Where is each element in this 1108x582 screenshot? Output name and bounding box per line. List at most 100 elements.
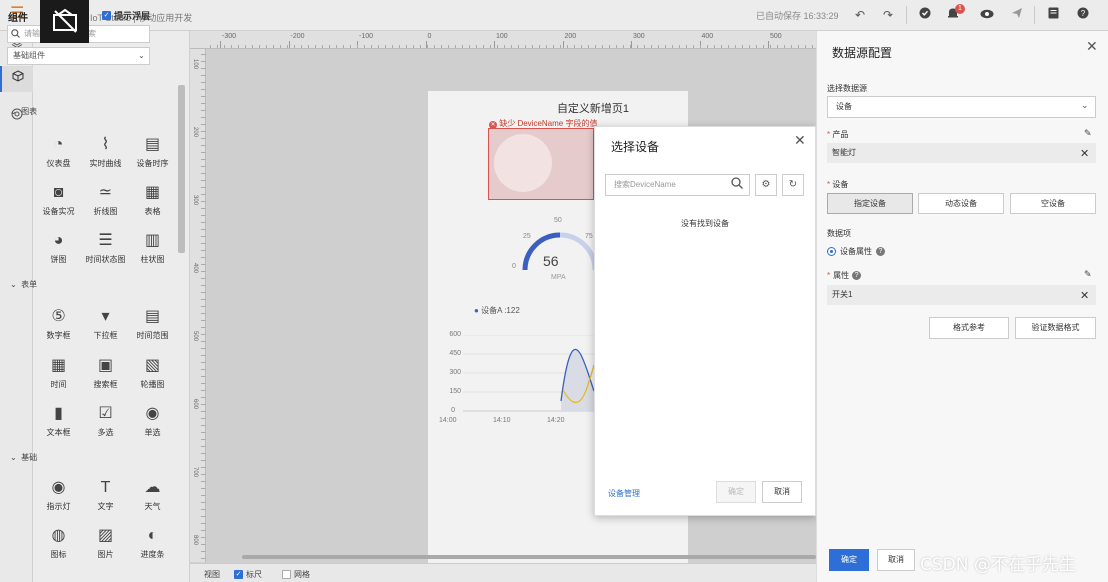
help-icon[interactable]: ? (876, 247, 885, 256)
ruler-minor-tick (546, 45, 547, 48)
panel-scrollbar[interactable] (178, 85, 185, 253)
check-circle-icon[interactable] (916, 6, 934, 24)
ruler-minor-tick (201, 173, 206, 174)
chevron-down-icon: ⌄ (1081, 100, 1089, 110)
format-reference-button[interactable]: 格式参考 (929, 317, 1009, 339)
x-axis-label: 14:20 (547, 417, 565, 424)
panel-ok-button[interactable]: 确定 (829, 549, 869, 571)
device-option-empty[interactable]: 空设备 (1010, 193, 1096, 214)
ruler-toggle[interactable]: ✓ 标尺 (234, 569, 262, 580)
ruler-minor-tick (602, 45, 603, 48)
ruler-minor-tick (371, 45, 372, 48)
dialog-ok-button[interactable]: 确定 (716, 481, 756, 503)
component-table[interactable]: ▦ 表格 (129, 181, 176, 229)
publish-send-icon[interactable] (1008, 6, 1026, 24)
component-text-box[interactable]: ▮ 文本框 (35, 402, 82, 450)
settings-gear-icon[interactable]: ⚙ (755, 174, 777, 196)
canvas-horizontal-scrollbar[interactable] (242, 555, 816, 559)
component-bar-chart[interactable]: ▥ 柱状图 (129, 229, 176, 277)
component-device-live[interactable]: ◙ 设备实况 (35, 181, 82, 229)
checkbox-unchecked-icon (282, 570, 291, 579)
component-line-chart[interactable]: ≃ 折线图 (82, 181, 129, 229)
component-dropdown[interactable]: ▾ 下拉框 (82, 305, 129, 353)
attribute-label-text: 属性 (833, 271, 850, 280)
component-search-box[interactable]: ▣ 搜索框 (82, 354, 129, 402)
verify-format-button[interactable]: 验证数据格式 (1015, 317, 1096, 339)
show-float-checkbox[interactable]: ✓ 提示浮层 (102, 9, 150, 22)
section-basic[interactable]: ⌄ 基础 (10, 452, 37, 463)
help-icon[interactable]: ? (1074, 6, 1092, 24)
component-pie[interactable]: ◕ 饼图 (35, 229, 82, 277)
ruler-minor-tick (616, 45, 617, 48)
component-number-box[interactable]: ⑤ 数字框 (35, 305, 82, 353)
component-icon[interactable]: ◍ 图标 (35, 524, 82, 572)
component-label: 折线图 (93, 207, 118, 216)
ruler-minor-tick (686, 45, 687, 48)
product-field[interactable]: 智能灯 (827, 143, 1096, 163)
dialog-cancel-button[interactable]: 取消 (762, 481, 802, 503)
component-carousel[interactable]: ▧ 轮播图 (129, 354, 176, 402)
search-icon[interactable] (731, 177, 743, 192)
ruler-minor-tick (637, 45, 638, 48)
edit-pencil-icon[interactable]: ✎ (1084, 128, 1092, 139)
component-label: 设备实况 (42, 207, 75, 216)
component-device-timeseries[interactable]: ▤ 设备时序 (129, 133, 176, 181)
gauge-value: 56 (543, 253, 559, 269)
undo-icon[interactable]: ↶ (851, 6, 869, 24)
component-gauge[interactable]: ◔ 仪表盘 (35, 133, 82, 181)
clear-icon[interactable]: ✕ (1080, 147, 1089, 160)
help-icon[interactable]: ? (852, 271, 862, 280)
ruler-minor-tick (201, 439, 206, 440)
show-float-label: 提示浮层 (114, 11, 151, 21)
component-time-state[interactable]: ☰ 时间状态图 (82, 229, 129, 277)
x-axis-label: 14:10 (493, 417, 511, 424)
section-form[interactable]: ⌄ 表单 (10, 279, 37, 290)
ruler-minor-tick (609, 45, 610, 48)
ruler-label: 100 (496, 33, 508, 40)
component-single-select[interactable]: ◉ 单选 (129, 402, 176, 450)
device-management-link[interactable]: 设备管理 (608, 488, 640, 499)
component-multi-select[interactable]: ☑ 多选 (82, 402, 129, 450)
device-icon: ◙ (53, 184, 64, 201)
device-option-specified[interactable]: 指定设备 (827, 193, 913, 214)
redo-icon[interactable]: ↷ (879, 6, 897, 24)
ruler-minor-tick (441, 45, 442, 48)
close-icon[interactable]: ✕ (794, 132, 806, 149)
radio-selected-icon (827, 247, 836, 256)
components-cube-icon[interactable] (0, 66, 33, 92)
component-indicator[interactable]: ◉ 指示灯 (35, 476, 82, 524)
document-icon[interactable] (1044, 6, 1062, 24)
device-option-dynamic[interactable]: 动态设备 (918, 193, 1004, 214)
ruler-minor-tick (567, 45, 568, 48)
component-time-range[interactable]: ▤ 时间范围 (129, 305, 176, 353)
data-source-select[interactable]: 设备 (827, 96, 1096, 118)
component-time[interactable]: ▦ 时间 (35, 354, 82, 402)
component-text[interactable]: T 文字 (82, 476, 129, 524)
component-realtime-curve[interactable]: ⌇ 实时曲线 (82, 133, 129, 181)
panel-cancel-button[interactable]: 取消 (877, 549, 915, 571)
section-chart[interactable]: ⌄ 图表 (10, 106, 37, 117)
component-progress[interactable]: ◐ 进度条 (129, 524, 176, 572)
component-label: 实时曲线 (89, 159, 122, 168)
ruler-minor-tick (201, 516, 206, 517)
device-property-radio[interactable]: 设备属性? (827, 246, 885, 257)
clear-icon[interactable]: ✕ (1080, 289, 1089, 302)
ruler-tick (631, 41, 632, 48)
preview-eye-icon[interactable] (978, 6, 996, 24)
ruler-minor-tick (201, 285, 206, 286)
component-category-select[interactable]: 基础组件 (7, 47, 150, 65)
component-image[interactable]: ▨ 图片 (82, 524, 129, 572)
component-weather[interactable]: ☁ 天气 (129, 476, 176, 524)
attribute-field[interactable]: 开关1 (827, 285, 1096, 305)
search-icon (11, 29, 20, 40)
dropdown-icon: ▾ (101, 308, 110, 325)
edit-pencil-icon[interactable]: ✎ (1084, 269, 1092, 280)
device-search-input[interactable]: 搜索DeviceName (605, 174, 750, 196)
refresh-icon[interactable]: ↻ (782, 174, 804, 196)
grid-toggle[interactable]: 网格 (282, 569, 310, 580)
ruler-label: 400 (701, 33, 714, 40)
ruler-minor-tick (201, 187, 206, 188)
ruler-minor-tick (201, 110, 206, 111)
ruler-minor-tick (518, 45, 519, 48)
close-icon[interactable]: ✕ (1086, 38, 1098, 55)
